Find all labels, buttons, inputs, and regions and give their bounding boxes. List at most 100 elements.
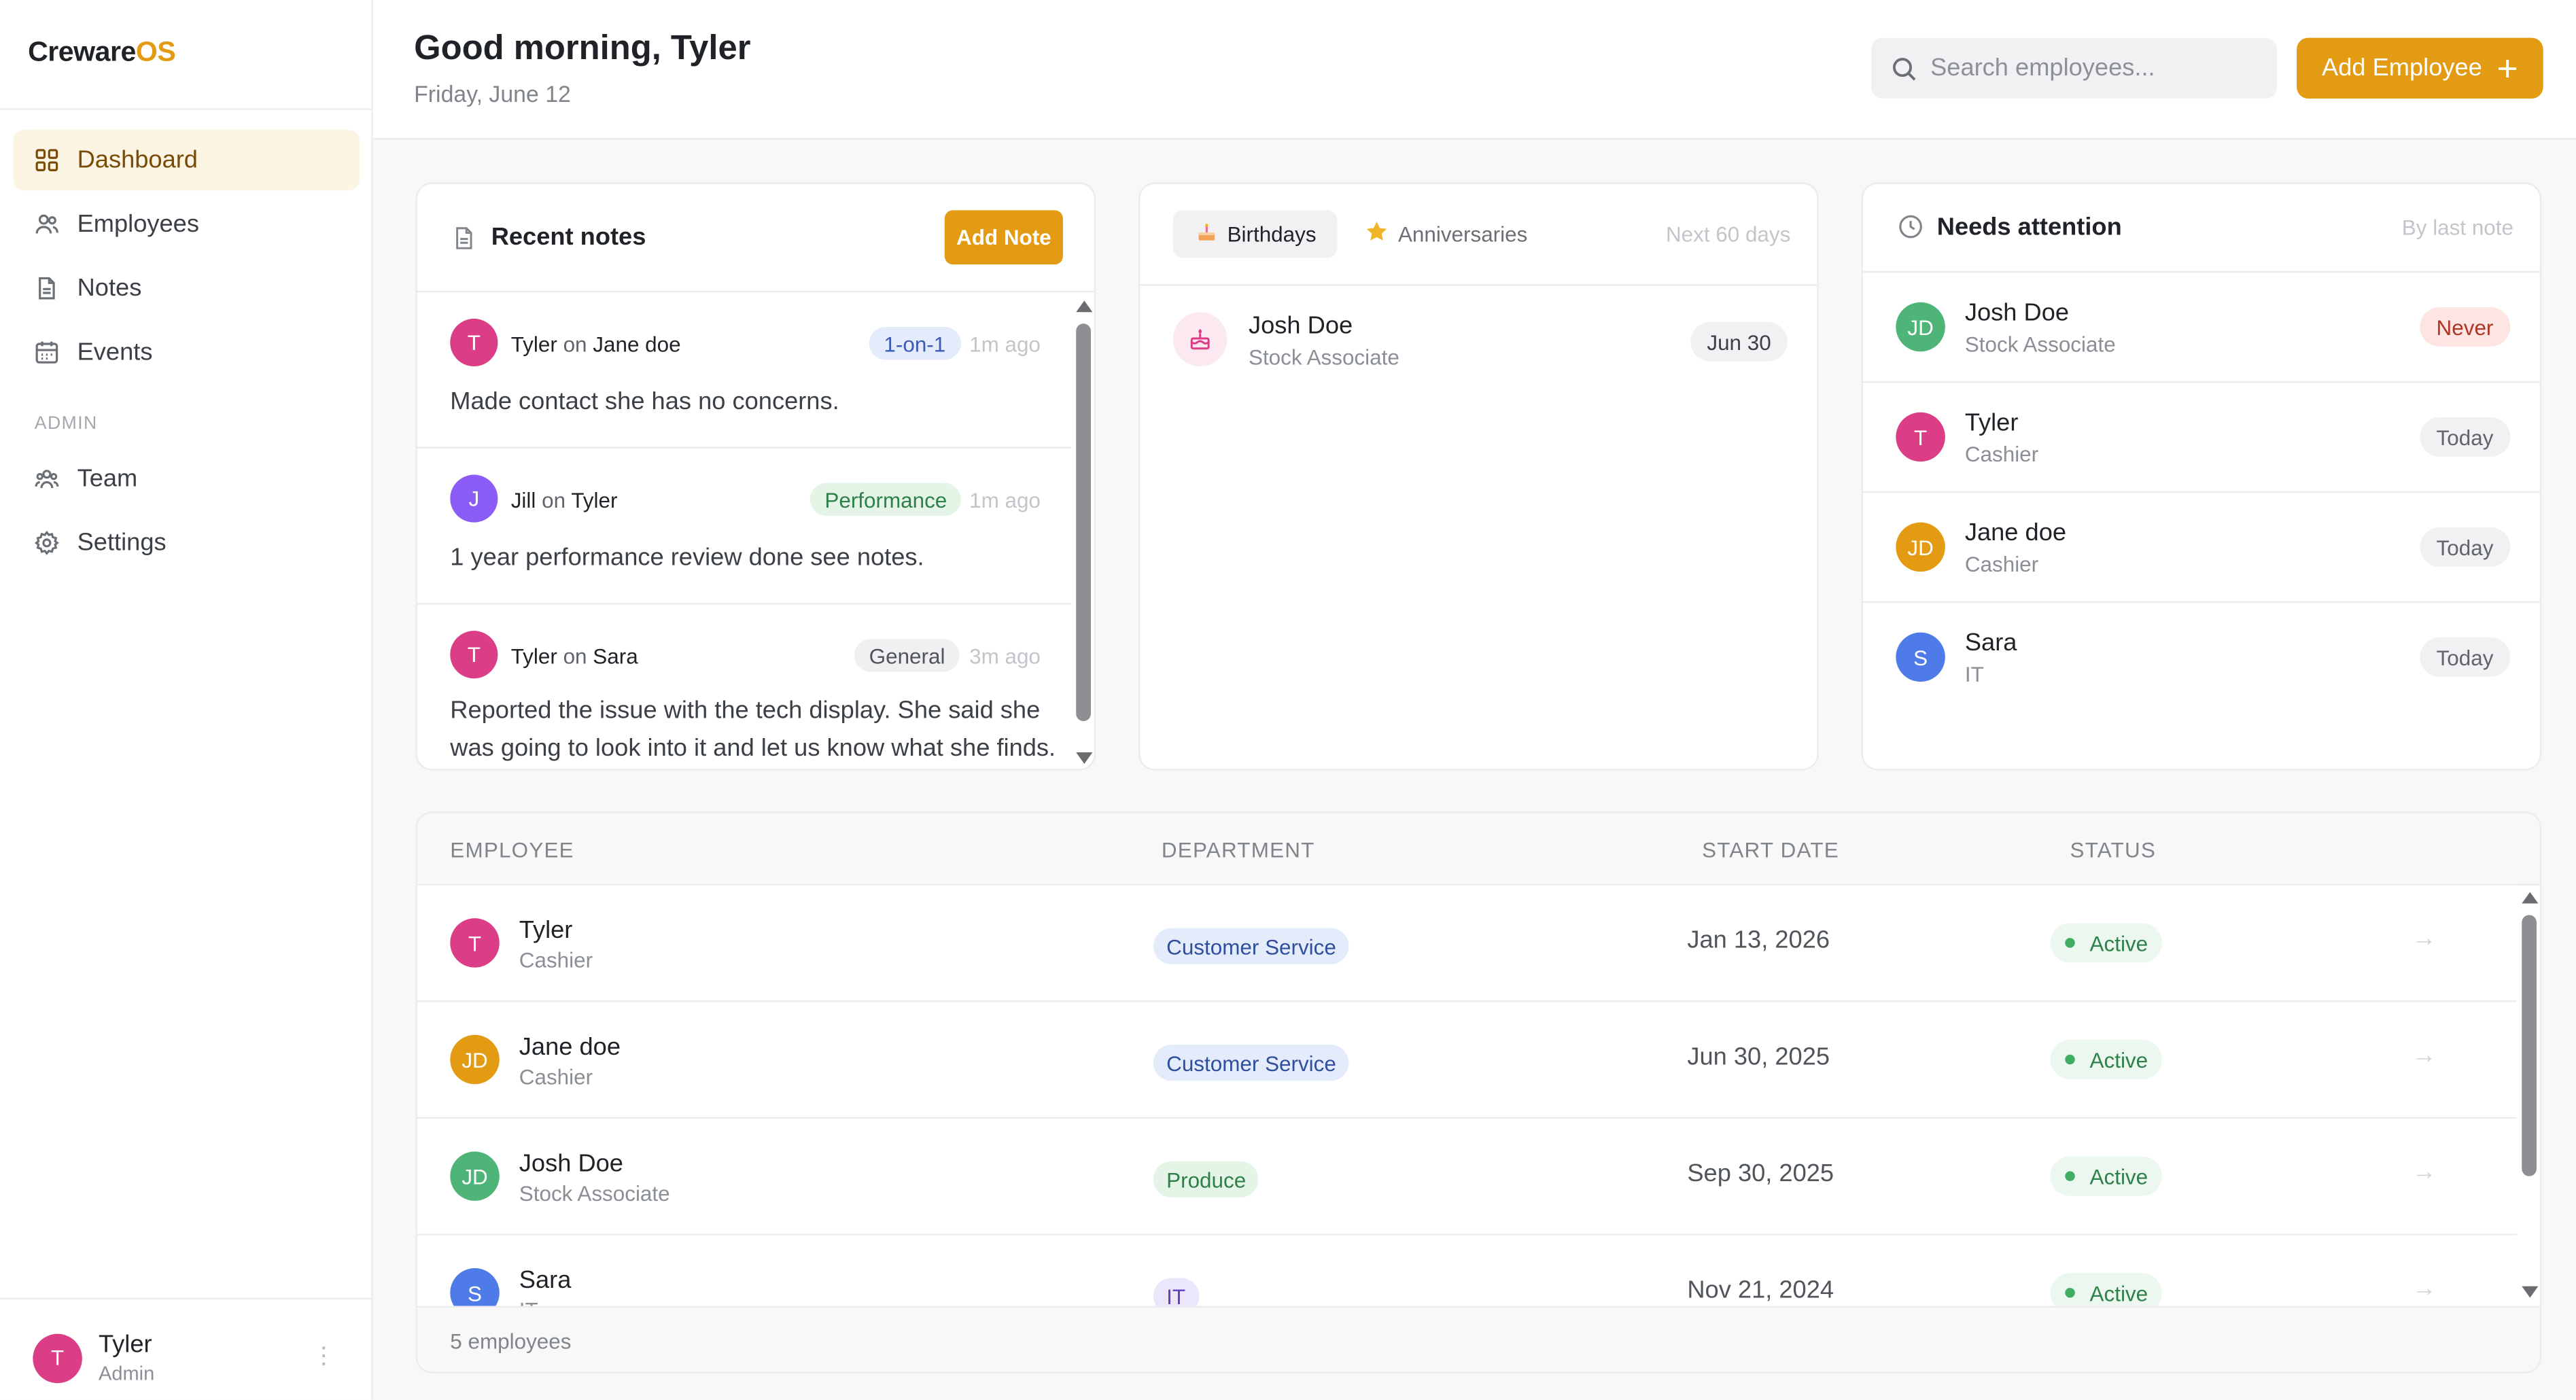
- avatar: T: [1896, 412, 1945, 462]
- sidebar-item-settings[interactable]: Settings: [13, 512, 360, 573]
- note-author: Tyler on Jane doe: [511, 332, 681, 356]
- scrollbar-thumb[interactable]: [1076, 323, 1091, 722]
- employee-role: Cashier: [1964, 552, 2039, 577]
- note-tag: Performance: [810, 483, 962, 516]
- add-employee-button[interactable]: Add Employee +: [2297, 37, 2543, 99]
- department-badge: Produce: [1153, 1161, 1259, 1198]
- employee-name: Tyler: [1964, 408, 2019, 437]
- column-header-department[interactable]: DEPARTMENT: [1162, 838, 1315, 862]
- sidebar-item-label: Employees: [77, 210, 199, 239]
- recent-notes-card: Recent notes Add Note T Tyler on Jane do…: [415, 182, 1096, 771]
- scroll-up-icon[interactable]: [2522, 892, 2539, 904]
- author-name: Tyler: [510, 644, 557, 669]
- subject-name: Tyler: [571, 487, 618, 513]
- grid-icon: [35, 149, 58, 171]
- status-badge: Active: [2050, 1040, 2163, 1080]
- tab-anniversaries[interactable]: Anniversaries: [1342, 210, 1549, 258]
- table-row[interactable]: JD Josh Doe Stock Associate Produce Sep …: [417, 1119, 2517, 1236]
- table-row[interactable]: T Tyler Cashier Customer Service Jan 13,…: [417, 885, 2517, 1002]
- employee-role: Stock Associate: [519, 1180, 670, 1206]
- column-header-status[interactable]: STATUS: [2070, 838, 2157, 862]
- arrow-right-icon[interactable]: →: [2412, 925, 2436, 953]
- arrow-right-icon[interactable]: →: [2412, 1041, 2436, 1069]
- sidebar-item-employees[interactable]: Employees: [13, 194, 360, 254]
- attention-row[interactable]: S Sara IT Today: [1863, 603, 2540, 713]
- start-date: Nov 21, 2024: [1687, 1276, 1834, 1305]
- tab-birthdays[interactable]: Birthdays: [1172, 210, 1338, 258]
- employee-name: Tyler: [519, 916, 573, 945]
- app-logo[interactable]: CrewareOS: [28, 36, 176, 69]
- sidebar-item-label: Settings: [77, 529, 167, 557]
- employee-role: Cashier: [519, 1064, 593, 1089]
- current-user[interactable]: T Tyler Admin: [33, 1331, 154, 1385]
- scroll-down-icon[interactable]: [2522, 1286, 2539, 1298]
- avatar: T: [33, 1333, 82, 1382]
- on-word: on: [563, 332, 587, 357]
- sidebar-item-label: Notes: [77, 274, 142, 302]
- sidebar-item-events[interactable]: Events: [13, 322, 360, 383]
- sidebar-item-team[interactable]: Team: [13, 449, 360, 509]
- scroll-up-icon[interactable]: [1076, 300, 1093, 313]
- table-row[interactable]: JD Jane doe Cashier Customer Service Jun…: [417, 1002, 2517, 1119]
- scrollbar-thumb[interactable]: [2522, 915, 2537, 1176]
- status-text: Active: [2089, 1047, 2148, 1072]
- clock-icon: [1899, 215, 1922, 239]
- kebab-menu-icon[interactable]: ⋮: [312, 1340, 335, 1370]
- cake-icon: [1196, 221, 1217, 247]
- star-icon: [1365, 220, 1389, 248]
- last-note-badge: Today: [2420, 417, 2510, 457]
- user-name: Tyler: [99, 1330, 152, 1359]
- add-note-button[interactable]: Add Note: [944, 210, 1063, 265]
- status-dot-icon: [2065, 1054, 2075, 1065]
- employee-role: Cashier: [1964, 442, 2039, 467]
- event-person-name[interactable]: Josh Doe: [1249, 312, 1353, 340]
- note-time: 1m ago: [969, 487, 1041, 513]
- arrow-right-icon[interactable]: →: [2412, 1275, 2436, 1303]
- start-date: Sep 30, 2025: [1687, 1159, 1834, 1188]
- table-footer: 5 employees: [417, 1306, 2540, 1372]
- user-role: Admin: [99, 1361, 155, 1385]
- avatar: JD: [450, 1034, 500, 1085]
- page-title: Good morning, Tyler: [414, 29, 751, 68]
- attention-row[interactable]: T Tyler Cashier Today: [1862, 383, 2540, 493]
- search-input[interactable]: [1930, 54, 2259, 82]
- attention-row[interactable]: JD Jane doe Cashier Today: [1862, 493, 2540, 603]
- divider: [0, 108, 373, 110]
- event-date-badge: Jun 30: [1690, 321, 1788, 362]
- note-item[interactable]: T Tyler on Sara General 3m ago Reported …: [417, 604, 1071, 769]
- note-time: 3m ago: [969, 644, 1041, 669]
- attention-row[interactable]: JD Josh Doe Stock Associate Never: [1862, 273, 2540, 383]
- sidebar-item-dashboard[interactable]: Dashboard: [13, 129, 360, 191]
- department-badge: Customer Service: [1153, 1045, 1350, 1081]
- column-header-employee[interactable]: EMPLOYEE: [450, 838, 574, 862]
- start-date: Jun 30, 2025: [1687, 1043, 1830, 1071]
- events-card: Birthdays Anniversaries Next 60 days Jos…: [1138, 182, 1819, 771]
- card-title: Needs attention: [1936, 213, 2122, 242]
- search-box[interactable]: [1871, 37, 2278, 99]
- employee-count: 5 employees: [450, 1329, 572, 1354]
- note-tag: 1-on-1: [869, 327, 960, 360]
- status-dot-icon: [2065, 938, 2075, 948]
- employee-role: Stock Associate: [1964, 332, 2116, 357]
- sidebar-item-notes[interactable]: Notes: [13, 258, 360, 318]
- logo-text: Creware: [28, 36, 136, 68]
- scroll-down-icon[interactable]: [1076, 752, 1093, 764]
- team-icon: [35, 470, 59, 489]
- on-word: on: [542, 487, 566, 513]
- employee-name: Jane doe: [1964, 519, 2067, 547]
- status-dot-icon: [2065, 1171, 2075, 1181]
- note-item[interactable]: T Tyler on Jane doe 1-on-1 1m ago Made c…: [417, 292, 1071, 449]
- column-header-start-date[interactable]: START DATE: [1702, 838, 1839, 862]
- sidebar-item-label: Dashboard: [77, 146, 198, 175]
- status-dot-icon: [2065, 1288, 2075, 1298]
- gear-icon: [34, 530, 59, 555]
- note-author: Tyler on Sara: [511, 644, 638, 669]
- author-name: Tyler: [510, 332, 557, 357]
- tab-label: Anniversaries: [1397, 222, 1528, 247]
- calendar-icon: [35, 341, 58, 364]
- employee-role: Cashier: [519, 947, 593, 973]
- note-item[interactable]: J Jill on Tyler Performance 1m ago 1 yea…: [417, 449, 1071, 605]
- note-author: Jill on Tyler: [511, 488, 618, 512]
- sidebar-item-label: Team: [77, 465, 138, 493]
- arrow-right-icon[interactable]: →: [2412, 1158, 2436, 1186]
